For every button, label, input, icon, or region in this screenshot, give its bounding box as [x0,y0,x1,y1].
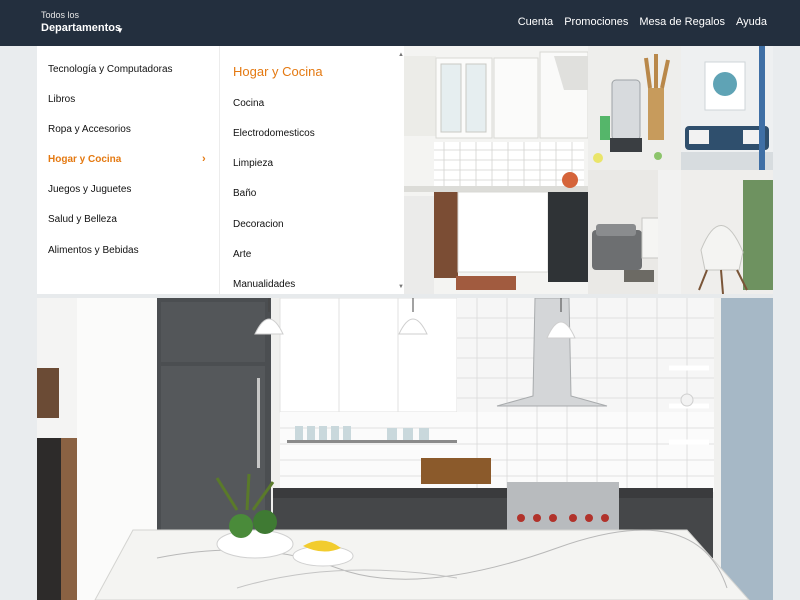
subcategory-bano[interactable]: Baño [233,188,256,199]
subcategory-decoracion[interactable]: Decoracion [233,219,284,230]
bedroom-panel [588,170,681,294]
departments-label-small: Todos los [41,10,80,20]
departments-label: Departamentos [41,22,122,34]
subcategory-title: Hogar y Cocina [233,64,323,79]
chair-photo [681,170,773,294]
menu-item-ropa[interactable]: Ropa y Accesorios [48,124,213,135]
page-margin-left [0,46,37,600]
kitchen-photo [404,46,588,294]
menu-item-juegos[interactable]: Juegos y Juguetes [48,184,213,195]
menu-item-alimentos[interactable]: Alimentos y Bebidas [48,245,213,256]
menu-item-hogar-active[interactable]: Hogar y Cocina [48,154,213,165]
kitchen-panel [404,46,588,294]
hero-kitchen-photo [37,298,773,600]
top-navigation-bar: Todos los Departamentos ▼ Cuenta Promoci… [0,0,800,46]
account-links: Cuenta Promociones Mesa de Regalos Ayuda [518,16,767,28]
gift-registry-link[interactable]: Mesa de Regalos [639,16,725,28]
all-departments-button[interactable]: Todos los Departamentos ▼ [41,10,124,36]
subcategory-manualidades[interactable]: Manualidades [233,279,295,290]
help-link[interactable]: Ayuda [736,16,767,28]
blender-panel [588,46,681,170]
hero-kitchen-image[interactable] [37,298,773,600]
living-room-photo [681,46,773,170]
page-margin-right [773,46,800,600]
promotions-link[interactable]: Promociones [564,16,628,28]
chevron-right-icon: › [202,153,206,165]
department-menu: Tecnología y Computadoras Libros Ropa y … [37,46,219,294]
bedroom-photo [588,170,681,294]
account-link[interactable]: Cuenta [518,16,553,28]
menu-item-salud[interactable]: Salud y Belleza [48,214,213,225]
subcategory-menu: Hogar y Cocina Cocina Electrodomesticos … [219,46,404,294]
menu-item-tecnologia[interactable]: Tecnología y Computadoras [48,64,213,75]
subcategory-limpieza[interactable]: Limpieza [233,158,273,169]
chair-panel [681,170,773,294]
menu-item-libros[interactable]: Libros [48,94,213,105]
blender-photo [588,46,681,170]
subcategory-electrodomesticos[interactable]: Electrodomesticos [233,128,315,139]
subcategory-cocina[interactable]: Cocina [233,98,264,109]
subcategory-arte[interactable]: Arte [233,249,251,260]
home-kitchen-promo-image[interactable] [404,46,773,294]
caret-down-icon: ▼ [116,26,124,35]
living-room-panel [681,46,773,170]
